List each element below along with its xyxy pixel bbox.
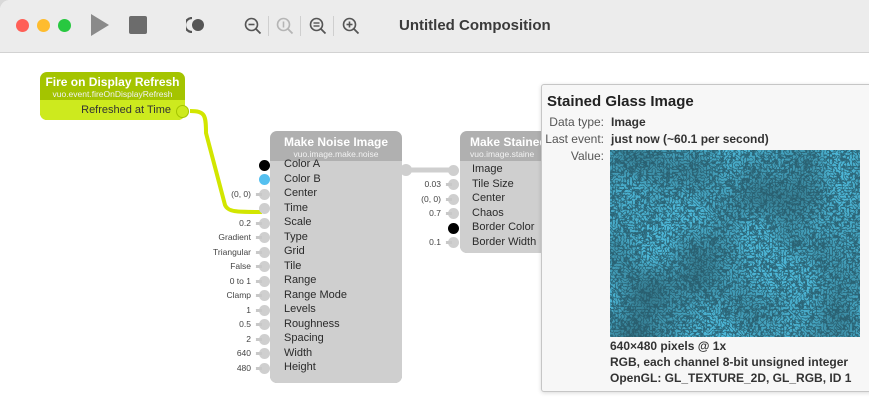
toolbar-separator — [333, 16, 334, 36]
constant-value-pill[interactable]: 0.1 — [424, 237, 446, 248]
noise-port-label: Range — [284, 274, 317, 286]
constant-value-pill[interactable]: 480 — [231, 362, 256, 374]
stained-glass-preview-image — [610, 150, 860, 337]
composition-canvas[interactable]: Fire on Display Refresh vuo.event.fireOn… — [0, 53, 869, 400]
popover-title: Stained Glass Image — [547, 93, 694, 110]
close-window-button[interactable] — [16, 19, 29, 32]
noise-port-label: Tile — [284, 259, 302, 272]
constant-value-pill[interactable]: 0.7 — [424, 208, 446, 219]
constant-value-pill[interactable]: Gradient — [213, 232, 256, 243]
value-label: Value: — [570, 149, 604, 163]
noise-input-port[interactable] — [259, 174, 270, 185]
constant-value-pill[interactable]: 640 — [231, 348, 256, 359]
stained-input-port[interactable] — [448, 222, 459, 234]
refreshed-at-time-port[interactable] — [176, 105, 189, 118]
noise-port-label: Grid — [284, 245, 305, 257]
image-texture-info: OpenGL: GL_TEXTURE_2D, GL_RGB, ID 1 — [610, 371, 852, 385]
node-class-name: vuo.event.fireOnDisplayRefresh — [52, 89, 173, 99]
fire-on-display-refresh-node[interactable]: Fire on Display Refresh vuo.event.fireOn… — [40, 72, 189, 120]
minimize-window-button[interactable] — [37, 19, 50, 32]
image-dimensions: 640×480 pixels @ 1x — [610, 339, 727, 353]
noise-image-output-port[interactable] — [400, 164, 412, 176]
output-port-row: Refreshed at Time — [40, 100, 185, 120]
noise-port-label: Time — [284, 201, 309, 214]
zoom-window-button[interactable] — [58, 19, 71, 32]
stained-port-label: Tile Size — [472, 177, 514, 190]
data-type-value: Image — [611, 115, 646, 129]
stop-icon[interactable] — [129, 16, 147, 34]
noise-port-label: Range Mode — [284, 288, 347, 301]
stained-port-label: Image — [472, 163, 503, 175]
constant-value-pill[interactable]: (0, 0) — [226, 188, 256, 200]
node-title: Fire on Display Refresh — [45, 75, 180, 89]
noise-port-label: Height — [284, 361, 316, 373]
last-event-value: just now (~60.1 per second) — [611, 132, 769, 146]
noise-port-label: Spacing — [284, 332, 324, 344]
data-type-label: Data type: — [549, 115, 604, 129]
zoom-to-fit-icon[interactable] — [309, 17, 327, 35]
noise-port-label: Color A — [284, 158, 321, 170]
title-bar: Untitled Composition — [0, 0, 869, 53]
constant-value-pill[interactable]: (0, 0) — [416, 193, 446, 205]
noise-port-label: Width — [284, 346, 313, 359]
stained-port-label: Border Color — [472, 221, 535, 233]
constant-value-pill[interactable]: 0 to 1 — [224, 275, 256, 287]
port-inspector-popover[interactable]: Stained Glass Image Data type: Image Las… — [541, 84, 869, 392]
stained-port-label: Border Width — [472, 235, 537, 248]
stained-port-label: Chaos — [472, 206, 504, 219]
constant-value-pill[interactable]: Clamp — [221, 290, 256, 301]
zoom-actual-size-icon[interactable] — [276, 17, 294, 35]
noise-port-label: Roughness — [284, 317, 340, 330]
noise-port-label: Center — [284, 187, 318, 199]
stained-port-label: Center — [472, 192, 506, 204]
constant-value-pill[interactable]: 2 — [241, 333, 256, 345]
zoom-in-icon[interactable] — [342, 17, 360, 35]
constant-value-pill[interactable]: 0.03 — [419, 179, 446, 190]
noise-input-port[interactable] — [259, 159, 270, 171]
image-pixel-format: RGB, each channel 8-bit unsigned integer — [610, 355, 849, 369]
constant-value-pill[interactable]: Triangular — [208, 246, 256, 258]
noise-port-label: Levels — [284, 303, 316, 315]
last-event-label: Last event: — [545, 132, 604, 146]
constant-value-pill[interactable]: False — [225, 261, 256, 272]
show-events-icon[interactable] — [186, 17, 206, 33]
play-icon[interactable] — [90, 14, 110, 36]
window-title: Untitled Composition — [399, 17, 551, 34]
output-port-label: Refreshed at Time — [81, 104, 171, 116]
stained-input-port[interactable] — [448, 164, 459, 176]
app-window: Untitled Composition Fire on Display Ref… — [0, 0, 869, 400]
noise-input-port[interactable] — [259, 203, 270, 214]
toolbar-separator — [300, 16, 301, 36]
noise-port-label: Color B — [284, 172, 321, 185]
noise-port-label: Scale — [284, 216, 312, 228]
constant-value-pill[interactable]: 0.2 — [234, 217, 256, 229]
toolbar-separator — [268, 16, 269, 36]
node-title: Make Noise Image — [283, 135, 389, 149]
constant-value-pill[interactable]: 1 — [241, 304, 256, 316]
zoom-out-icon[interactable] — [244, 17, 262, 35]
constant-value-pill[interactable]: 0.5 — [234, 319, 256, 330]
noise-port-label: Type — [284, 230, 308, 243]
